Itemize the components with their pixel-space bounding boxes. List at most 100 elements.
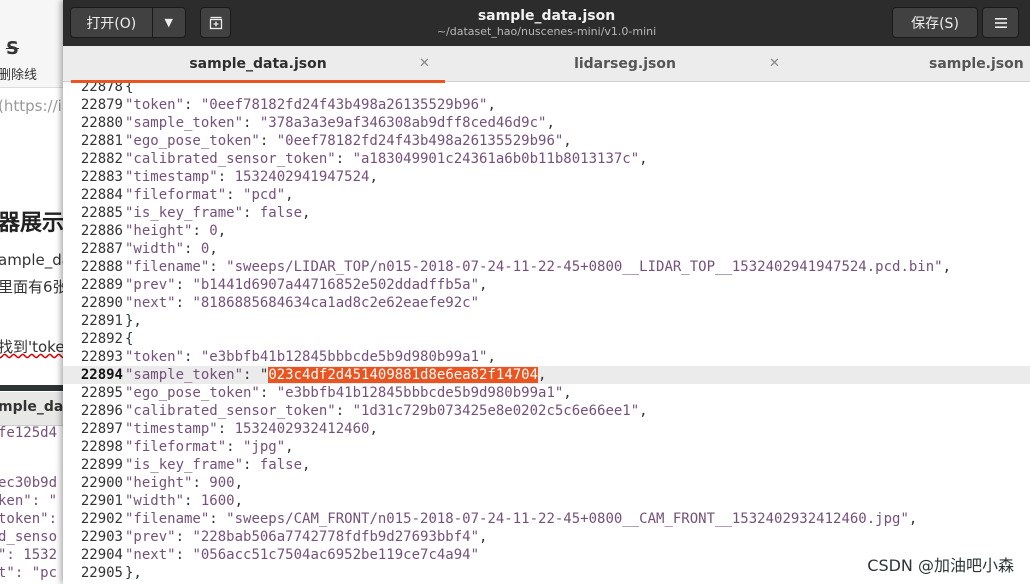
line-text[interactable]: "width": 0, [125,240,218,258]
line-text[interactable]: "sample_token": "023c4df2d451409881d8e6e… [125,366,546,384]
save-button[interactable]: 保存(S) [892,7,978,38]
background-tab[interactable]: mple_dat [0,392,70,426]
line-number: 22902 [80,511,123,527]
line-text[interactable]: "sample_token": "378a3a3e9af346308ab9dff… [125,114,555,132]
tab-lidarseg[interactable]: lidarseg.json [445,46,805,82]
strikethrough-icon[interactable]: S [6,38,19,59]
close-icon[interactable]: ✕ [769,56,780,71]
line-number: 22889 [80,277,123,293]
background-code-fragment: d_senso [0,529,58,545]
background-code-fragment: ec30b9d [0,475,58,491]
background-divider [0,385,70,391]
line-text[interactable]: { [125,83,133,96]
background-code-fragment: fe125d4 [0,425,58,441]
line-number: 22899 [80,457,123,473]
code-line[interactable]: 22879 "token": "0eef78182fd24f43b498a2613… [63,96,1030,114]
background-text-fragment: ample_da [0,251,70,269]
background-url-fragment: (https://i [0,97,62,115]
line-text[interactable]: }, [125,564,142,582]
line-text[interactable]: "fileformat": "jpg", [125,438,294,456]
code-line[interactable]: 22890 "next": "8186885684634ca1ad8c2e62ea… [63,294,1030,312]
line-text[interactable]: "calibrated_sensor_token": "a183049901c2… [125,150,648,168]
line-number: 22884 [80,187,123,203]
code-line[interactable]: 22887 "width": 0, [63,240,1030,258]
line-text[interactable]: "token": "0eef78182fd24f43b498a26135529b… [125,96,496,114]
window-subtitle: ~/dataset_hao/nuscenes-mini/v1.0-mini [436,25,657,38]
background-tab-label: mple_dat [0,399,70,415]
line-number: 22901 [80,493,123,509]
line-number: 22883 [80,169,123,185]
code-line[interactable]: 22878{ [63,83,1030,96]
code-line[interactable]: 22896 "calibrated_sensor_token": "1d31c72… [63,402,1030,420]
line-text[interactable]: "ego_pose_token": "e3bbfb41b12845bbbcde5… [125,384,572,402]
line-text[interactable]: "width": 1600, [125,492,243,510]
line-number: 22905 [80,565,123,581]
code-line[interactable]: 22882 "calibrated_sensor_token": "a183049… [63,150,1030,168]
code-line[interactable]: 22898 "fileformat": "jpg", [63,438,1030,456]
line-number: 22893 [80,349,123,365]
code-line[interactable]: 22886 "height": 0, [63,222,1030,240]
code-line[interactable]: 22893 "token": "e3bbfb41b12845bbbcde5b9d9… [63,348,1030,366]
background-text-fragment: 里面有6张 [0,278,68,296]
line-text[interactable]: "ego_pose_token": "0eef78182fd24f43b498a… [125,132,572,150]
code-line[interactable]: 22883 "timestamp": 1532402941947524, [63,168,1030,186]
background-code-fragment: token": [0,511,58,527]
line-number: 22897 [80,421,123,437]
line-text[interactable]: "height": 900, [125,474,243,492]
hamburger-menu-icon [994,17,1007,28]
close-icon[interactable]: ✕ [419,56,430,71]
code-line[interactable]: 22895 "ego_pose_token": "e3bbfb41b12845bb… [63,384,1030,402]
line-number: 22900 [80,475,123,491]
search-highlight[interactable]: 023c4df2d451409881d8e6ea82f14704 [268,367,539,383]
code-line[interactable]: 22902 "filename": "sweeps/CAM_FRONT/n015-… [63,510,1030,528]
strikethrough-label[interactable]: 删除线 [0,64,37,83]
code-line[interactable]: 22880 "sample_token": "378a3a3e9af346308a… [63,114,1030,132]
line-number: 22898 [80,439,123,455]
line-number: 22886 [80,223,123,239]
line-number: 22888 [80,259,123,275]
line-text[interactable]: "height": 0, [125,222,226,240]
line-number: 22896 [80,403,123,419]
line-text[interactable]: "timestamp": 1532402932412460, [125,420,378,438]
line-number: 22879 [80,97,123,113]
code-line[interactable]: 22894 "sample_token": "023c4df2d451409881… [63,366,1030,384]
line-text[interactable]: "is_key_frame": false, [125,204,310,222]
code-editor[interactable]: 22878{22879 "token": "0eef78182fd24f43b49… [63,83,1030,584]
line-text[interactable]: "token": "e3bbfb41b12845bbbcde5b9d980b99… [125,348,496,366]
line-text[interactable]: "prev": "228bab506a7742778fdfb9d27693bbf… [125,528,487,546]
code-line[interactable]: 22891}, [63,312,1030,330]
code-line[interactable]: 22884 "fileformat": "pcd", [63,186,1030,204]
line-text[interactable]: "fileformat": "pcd", [125,186,294,204]
code-line[interactable]: 22889 "prev": "b1441d6907a44716852e502dda… [63,276,1030,294]
menu-button[interactable] [982,7,1019,38]
line-number: 22887 [80,241,123,257]
line-text[interactable]: "calibrated_sensor_token": "1d31c729b073… [125,402,648,420]
background-code-fragment: ": 1532 [0,547,58,563]
tab-label: sample.json [929,56,1024,72]
line-text[interactable]: "filename": "sweeps/CAM_FRONT/n015-2018-… [125,510,917,528]
code-line[interactable]: 22899 "is_key_frame": false, [63,456,1030,474]
code-line[interactable]: 22900 "height": 900, [63,474,1030,492]
code-line[interactable]: 22888 "filename": "sweeps/LIDAR_TOP/n015-… [63,258,1030,276]
header-bar: 打开(O) ▼ sample_data.json ~/dataset_hao/n… [63,0,1030,46]
code-line[interactable]: 22901 "width": 1600, [63,492,1030,510]
line-text[interactable]: "prev": "b1441d6907a44716852e502ddadffb5… [125,276,487,294]
line-text[interactable]: "is_key_frame": false, [125,456,310,474]
line-text[interactable]: "next": "8186885684634ca1ad8c2e62eaefe92… [125,294,479,312]
tab-sample[interactable]: sample.json [805,46,1030,82]
line-text[interactable]: "filename": "sweeps/LIDAR_TOP/n015-2018-… [125,258,951,276]
tab-label: sample_data.json [189,56,327,72]
code-line[interactable]: 22881 "ego_pose_token": "0eef78182fd24f43… [63,132,1030,150]
line-text[interactable]: "timestamp": 1532402941947524, [125,168,378,186]
watermark: CSDN @加油吧小森 [867,552,1014,576]
line-text[interactable]: }, [125,312,142,330]
tab-sample-data[interactable]: sample_data.json [71,46,445,82]
line-text[interactable]: "next": "056acc51c7504ac6952be119ce7c4a9… [125,546,479,564]
code-line[interactable]: 22892{ [63,330,1030,348]
code-line[interactable]: 22903 "prev": "228bab506a7742778fdfb9d276… [63,528,1030,546]
code-line[interactable]: 22885 "is_key_frame": false, [63,204,1030,222]
tab-label: lidarseg.json [574,56,676,72]
line-text[interactable]: { [125,330,133,348]
code-line[interactable]: 22897 "timestamp": 1532402932412460, [63,420,1030,438]
line-number: 22885 [80,205,123,221]
